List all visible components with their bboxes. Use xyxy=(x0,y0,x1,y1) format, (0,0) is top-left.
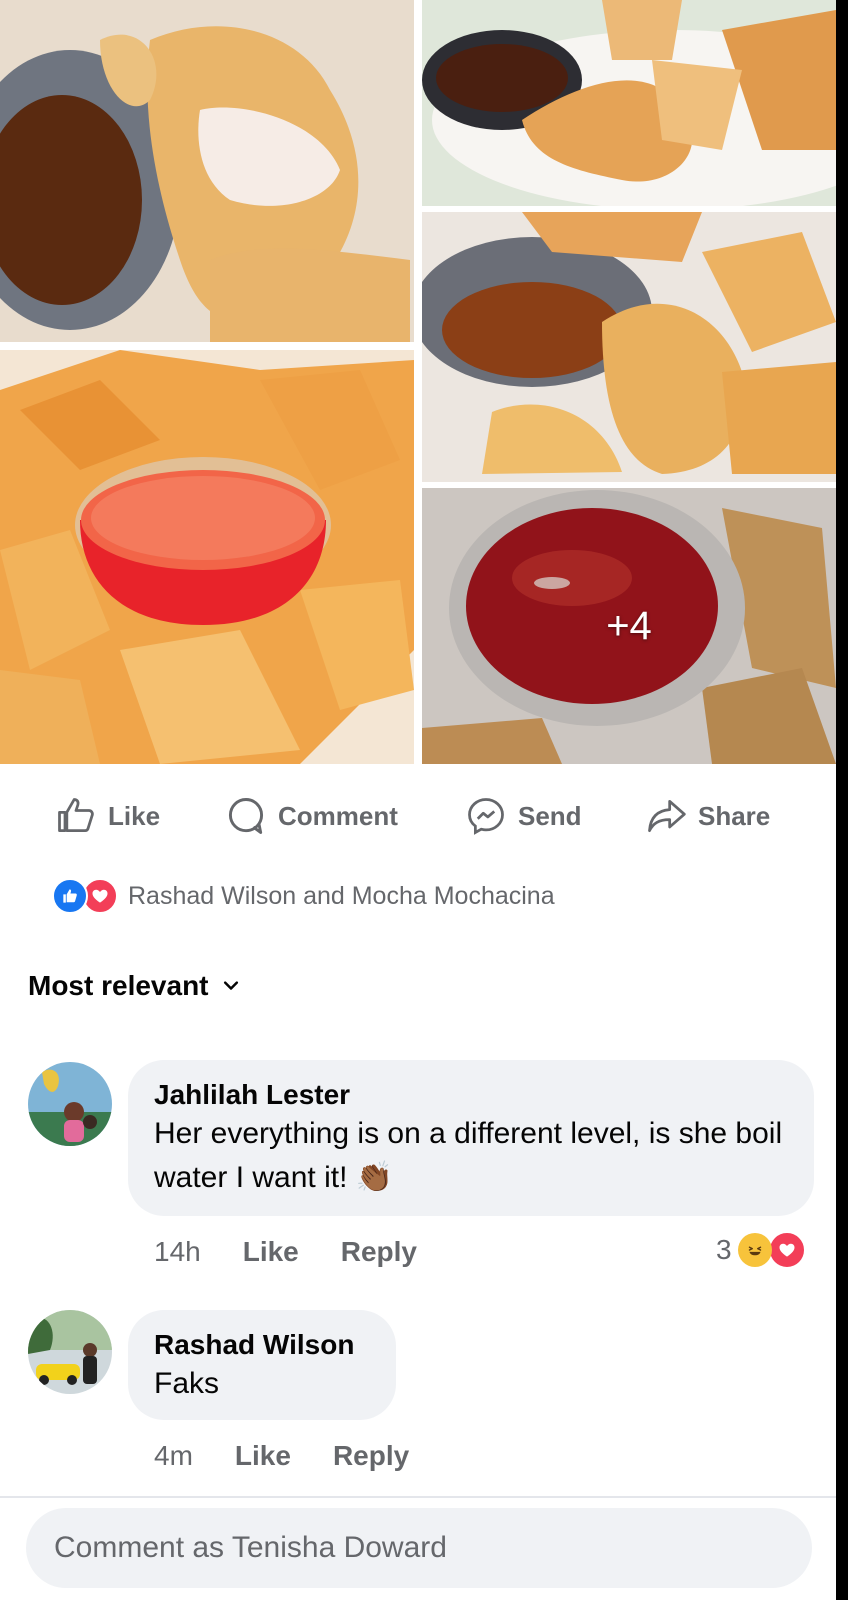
comment-timestamp: 4m xyxy=(154,1440,193,1471)
share-button[interactable]: Share xyxy=(644,784,770,848)
comment-like-button[interactable]: Like xyxy=(243,1236,299,1268)
avatar[interactable] xyxy=(28,1310,112,1394)
wonton-plate-image xyxy=(422,0,836,206)
comment-sort-dropdown[interactable]: Most relevant xyxy=(28,966,241,1006)
photo-wonton-dumpling[interactable] xyxy=(0,0,414,342)
divider xyxy=(0,1496,836,1498)
comment-reply-button[interactable]: Reply xyxy=(341,1236,417,1268)
haha-reaction-icon xyxy=(737,1233,772,1267)
comment-button-label: Comment xyxy=(278,800,398,831)
like-button[interactable]: Like xyxy=(54,784,160,848)
avatar[interactable] xyxy=(28,1062,112,1146)
comment-bubble[interactable]: Rashad Wilson Faks xyxy=(128,1310,396,1420)
comment-meta: 14h Like Reply xyxy=(154,1232,459,1272)
comment-reaction-count: 3 xyxy=(716,1234,732,1265)
like-button-label: Like xyxy=(108,800,161,831)
chevron-down-icon xyxy=(223,981,238,990)
comment-bubble-icon xyxy=(228,798,264,834)
sort-label: Most relevant xyxy=(28,970,209,1001)
comment-reply-button[interactable]: Reply xyxy=(333,1440,409,1472)
share-arrow-icon xyxy=(648,799,686,833)
love-reaction-icon xyxy=(767,1231,806,1269)
comment-composer-input[interactable]: Comment as Tenisha Doward xyxy=(26,1508,812,1588)
wonton-platter-image xyxy=(0,350,414,764)
photo-wonton-platter[interactable] xyxy=(0,350,414,764)
like-reaction-icon xyxy=(52,878,88,914)
more-photos-count[interactable]: +4 xyxy=(422,488,836,764)
commenter-avatar-image xyxy=(28,1310,112,1394)
commenter-avatar-image xyxy=(28,1062,112,1146)
photo-sweet-chili-sauce[interactable]: +4 xyxy=(422,488,836,764)
comment-text: Her everything is on a different level, … xyxy=(154,1117,783,1194)
screen-edge xyxy=(836,0,848,1600)
send-button-label: Send xyxy=(518,800,582,831)
comment-reactions[interactable]: 3 xyxy=(716,1230,806,1270)
messenger-icon xyxy=(468,798,504,835)
reactions-names: Rashad Wilson and Mocha Mochacina xyxy=(128,881,555,910)
composer-placeholder: Comment as Tenisha Doward xyxy=(54,1531,447,1564)
comment-author[interactable]: Jahlilah Lester xyxy=(154,1078,788,1112)
comment-meta: 4m Like Reply xyxy=(154,1436,451,1476)
share-button-label: Share xyxy=(698,800,771,831)
wonton-dumpling-image xyxy=(0,0,414,342)
send-button[interactable]: Send xyxy=(464,784,582,848)
comment-like-button[interactable]: Like xyxy=(235,1440,291,1472)
photo-wonton-bowl[interactable] xyxy=(422,212,836,482)
comment-author[interactable]: Rashad Wilson xyxy=(154,1328,370,1362)
comment-bubble[interactable]: Jahlilah Lester Her everything is on a d… xyxy=(128,1060,814,1216)
comment-text: Faks xyxy=(154,1367,220,1400)
wonton-bowl-image xyxy=(422,212,836,482)
post-view: +4 Like Comment Send Share Rashad Wilson… xyxy=(0,0,836,1600)
photo-wonton-plate[interactable] xyxy=(422,0,836,206)
thumbs-up-icon xyxy=(58,798,94,833)
post-actions-bar: Like Comment Send Share xyxy=(0,784,836,848)
comment-timestamp: 14h xyxy=(154,1236,201,1267)
comment-button[interactable]: Comment xyxy=(224,784,398,848)
reactions-summary[interactable]: Rashad Wilson and Mocha Mochacina xyxy=(52,876,555,916)
